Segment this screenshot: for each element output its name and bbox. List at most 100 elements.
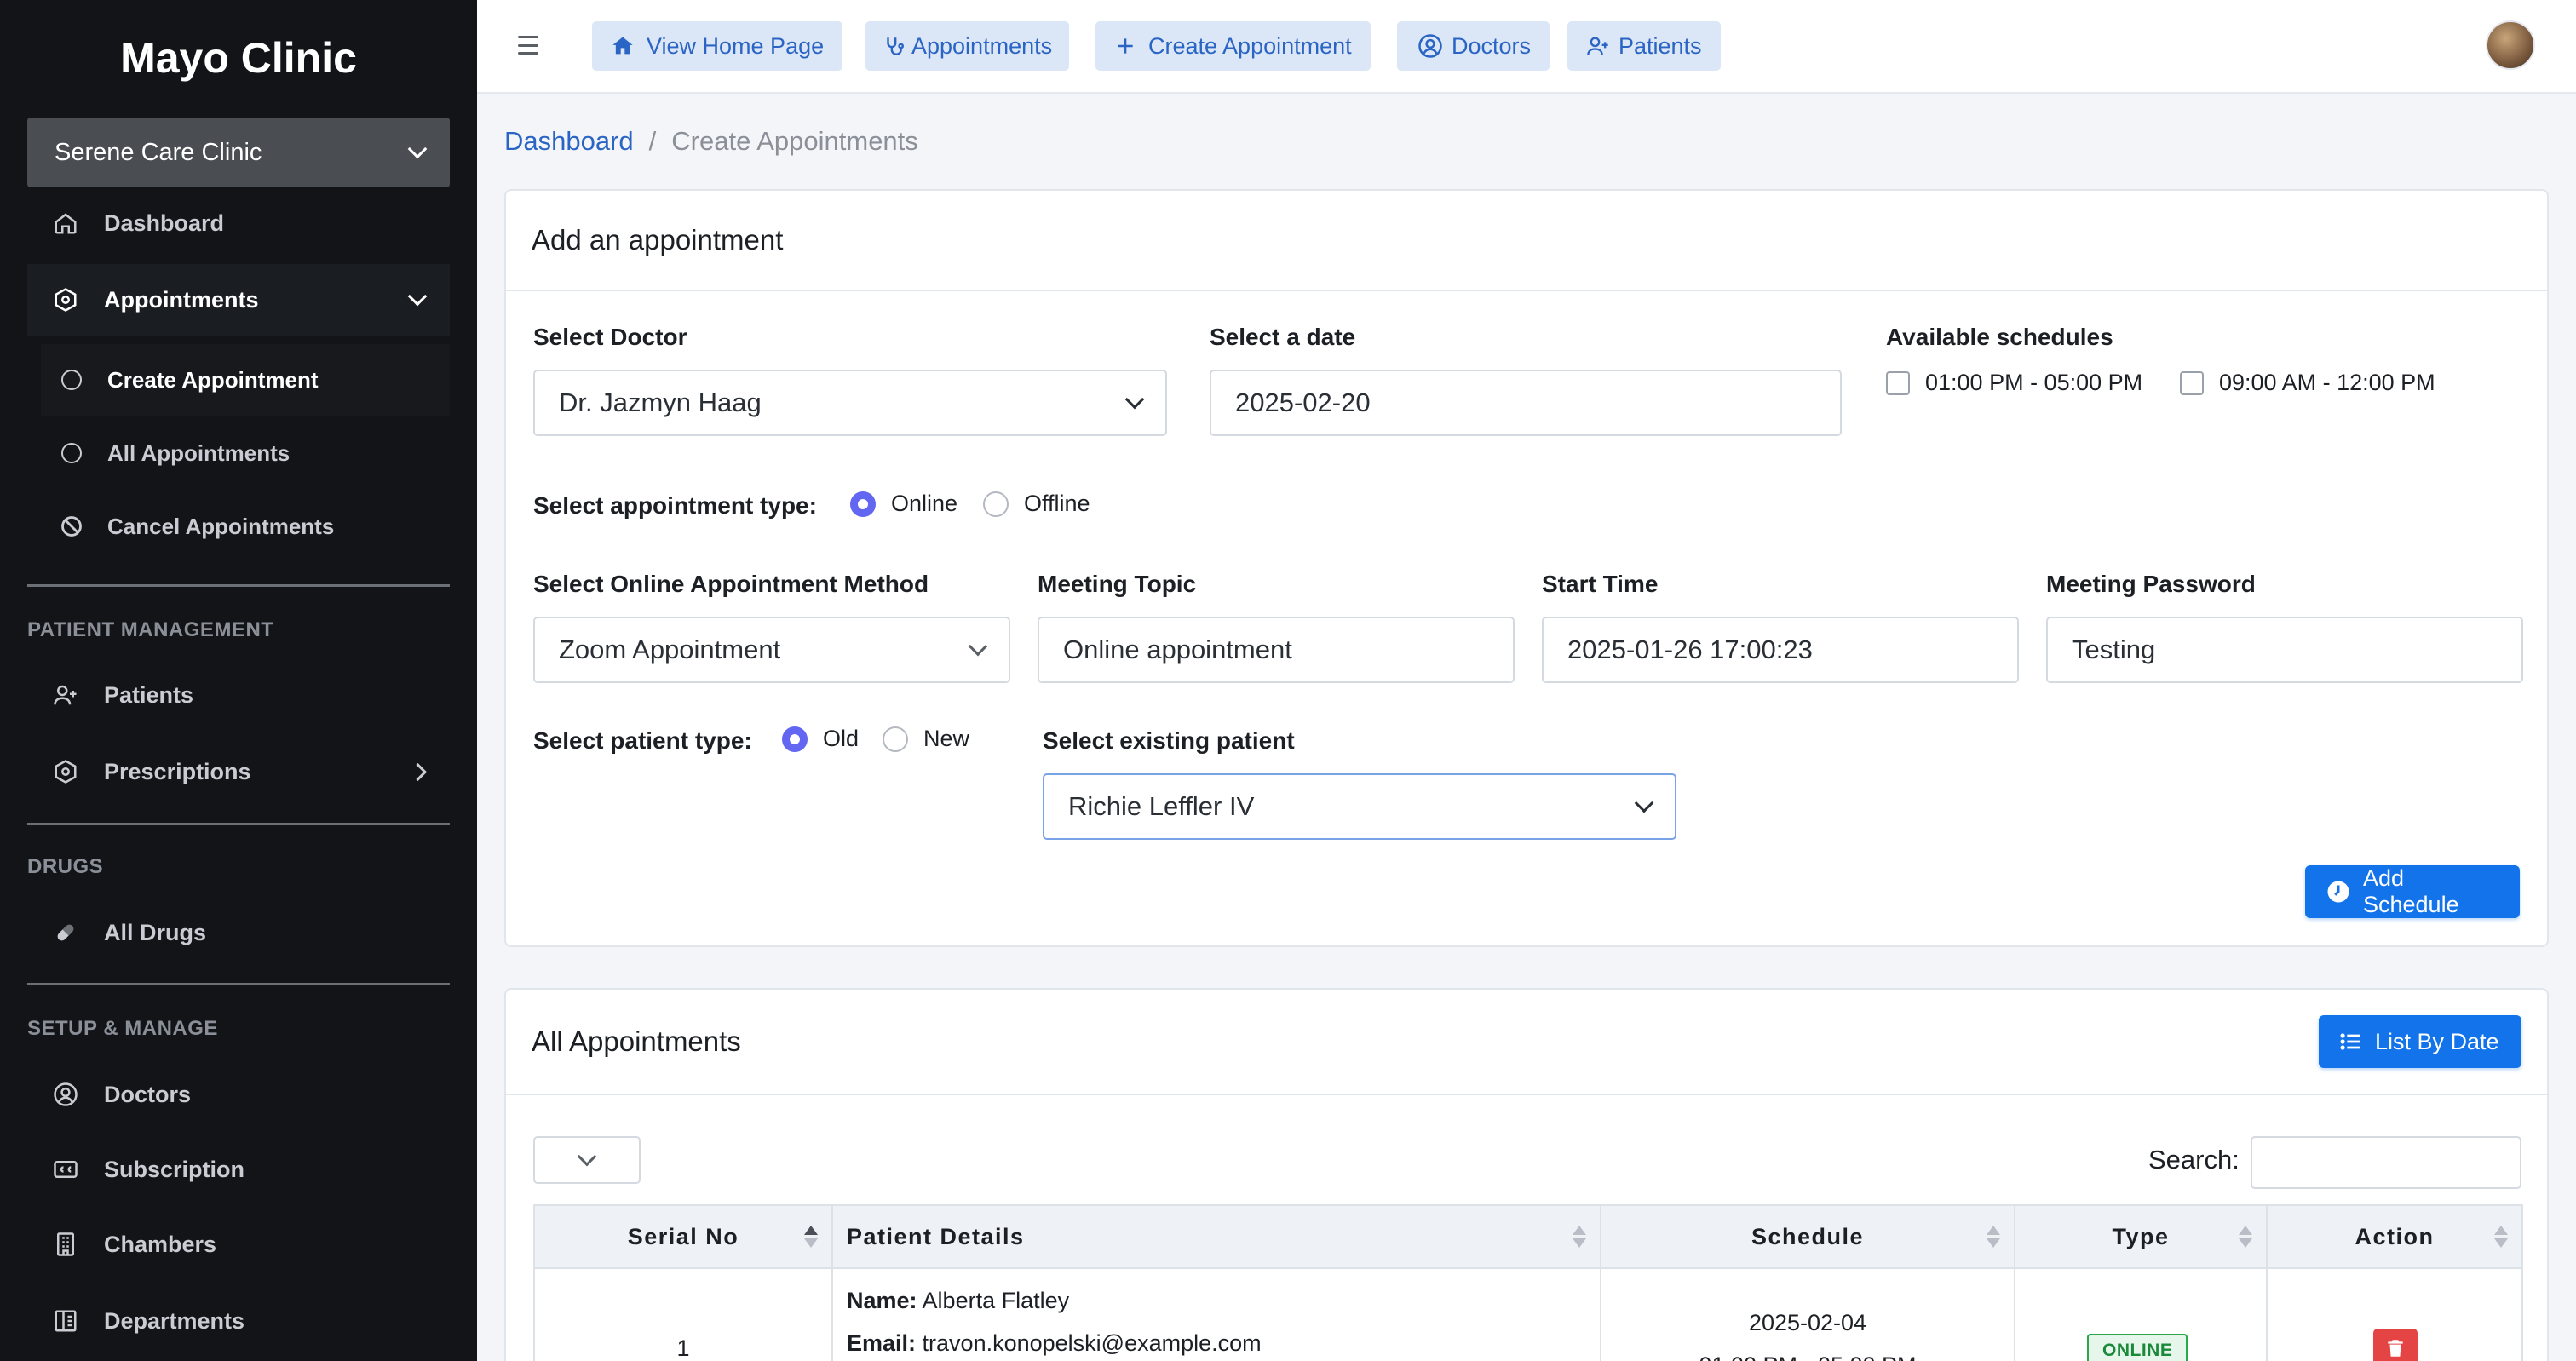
password-input[interactable]: Testing [2046, 617, 2523, 683]
doctor-select[interactable]: Dr. Jazmyn Haag [533, 370, 1167, 436]
sidebar-item-departments[interactable]: Departments [27, 1285, 450, 1357]
cc-icon [51, 1155, 80, 1184]
sidebar-divider [27, 584, 450, 587]
chevron-down-icon [407, 286, 428, 307]
button-label: Create Appointment [1148, 32, 1352, 59]
search-input[interactable] [2251, 1136, 2521, 1189]
column-header-action[interactable]: Action [2268, 1206, 2521, 1267]
method-select[interactable]: Zoom Appointment [533, 617, 1010, 683]
home-icon [51, 209, 80, 238]
column-header-schedule[interactable]: Schedule [1601, 1206, 2015, 1267]
appointment-type-label: Select appointment type: [533, 492, 817, 519]
sidebar-subitem-all-appointments[interactable]: All Appointments [41, 417, 450, 489]
view-home-page-button[interactable]: View Home Page [592, 21, 843, 71]
sort-icon [2239, 1226, 2252, 1248]
doctor-select-value: Dr. Jazmyn Haag [559, 388, 762, 417]
patients-button[interactable]: Patients [1567, 21, 1721, 71]
column-header-type[interactable]: Type [2015, 1206, 2268, 1267]
schedule-label: 09:00 AM - 12:00 PM [2219, 370, 2435, 395]
section-title-setup: SETUP & MANAGE [27, 1017, 218, 1040]
add-schedule-button[interactable]: Add Schedule [2305, 865, 2520, 918]
clinic-select-value: Serene Care Clinic [55, 138, 262, 166]
entries-per-page-select[interactable] [533, 1136, 641, 1184]
password-input-value: Testing [2072, 635, 2156, 664]
radio-unselected[interactable] [883, 726, 908, 752]
sidebar-item-doctors[interactable]: Doctors [27, 1059, 450, 1130]
breadcrumb: Dashboard / Create Appointments [504, 126, 918, 157]
clock-icon [2326, 879, 2351, 904]
search-label: Search: [2148, 1145, 2240, 1174]
sort-icon [2494, 1226, 2508, 1248]
start-time-label: Start Time [1542, 571, 1659, 597]
radio-label: Online [891, 491, 958, 516]
status-badge: ONLINE [2087, 1334, 2188, 1361]
radio-selected[interactable] [850, 491, 876, 517]
table-row: 1 Name: Alberta Flatley Email: travon.ko… [533, 1269, 2523, 1361]
cell-schedule: 2025-02-04 01:00 PM - 05:00 PM [1601, 1269, 2015, 1361]
column-header-serial[interactable]: Serial No [535, 1206, 833, 1267]
start-time-value: 2025-01-26 17:00:23 [1567, 635, 1813, 664]
sidebar-subitem-label: Cancel Appointments [107, 513, 335, 539]
start-time-input[interactable]: 2025-01-26 17:00:23 [1542, 617, 2019, 683]
card-header: All Appointments [506, 990, 2547, 1095]
doctors-button[interactable]: Doctors [1397, 21, 1550, 71]
sidebar-item-label: Dashboard [104, 210, 225, 236]
schedule-option-1[interactable]: 01:00 PM - 05:00 PM [1886, 370, 2142, 396]
sidebar-item-label: Appointments [104, 286, 259, 313]
schedule-option-2[interactable]: 09:00 AM - 12:00 PM [2180, 370, 2435, 396]
name-label: Name: [847, 1288, 917, 1313]
card-title: Add an appointment [532, 224, 784, 256]
date-input[interactable]: 2025-02-20 [1210, 370, 1842, 436]
sidebar-subitem-cancel-appointments[interactable]: Cancel Appointments [41, 491, 450, 562]
radio-selected[interactable] [782, 726, 808, 752]
topic-input-value: Online appointment [1063, 635, 1292, 664]
button-label: Add Schedule [2363, 865, 2459, 917]
topic-input[interactable]: Online appointment [1038, 617, 1515, 683]
patient-new-radio[interactable]: New [883, 726, 969, 752]
create-appointment-button[interactable]: Create Appointment [1095, 21, 1371, 71]
list-by-date-button[interactable]: List By Date [2319, 1015, 2521, 1068]
email-label: Email: [847, 1330, 917, 1356]
sort-icon [1573, 1226, 1586, 1248]
circle-icon [61, 370, 82, 390]
patient-old-radio[interactable]: Old [782, 726, 859, 752]
appointments-button[interactable]: Appointments [865, 21, 1070, 71]
schedules-label: Available schedules [1886, 324, 2113, 350]
breadcrumb-dashboard-link[interactable]: Dashboard [504, 126, 634, 157]
sidebar-item-all-drugs[interactable]: All Drugs [27, 897, 450, 968]
sidebar-item-dashboard[interactable]: Dashboard [27, 187, 450, 259]
schedule-checkbox[interactable] [1886, 370, 1910, 395]
button-label: Patients [1619, 32, 1702, 59]
schedule-checkbox[interactable] [2180, 370, 2204, 395]
stethoscope-icon [883, 35, 905, 57]
button-label: View Home Page [647, 32, 825, 59]
schedule-label: 01:00 PM - 05:00 PM [1925, 370, 2143, 395]
column-label: Patient Details [847, 1223, 1025, 1249]
avatar[interactable] [2486, 20, 2535, 70]
clinic-select[interactable]: Serene Care Clinic [27, 118, 450, 187]
sidebar-item-chambers[interactable]: Chambers [27, 1209, 450, 1280]
sort-icon [804, 1226, 818, 1248]
date-input-value: 2025-02-20 [1235, 388, 1371, 417]
radio-unselected[interactable] [983, 491, 1009, 517]
sidebar-item-patients[interactable]: Patients [27, 659, 450, 731]
cell-serial: 1 [535, 1269, 833, 1361]
sidebar-item-subscription[interactable]: Subscription [27, 1134, 450, 1205]
delete-button[interactable] [2373, 1329, 2418, 1361]
date-label: Select a date [1210, 324, 1356, 350]
sidebar-subitem-create-appointment[interactable]: Create Appointment [41, 344, 450, 416]
sidebar-item-prescriptions[interactable]: Prescriptions [27, 736, 450, 807]
sidebar-item-label: Doctors [104, 1081, 192, 1107]
hamburger-menu-icon[interactable] [518, 36, 538, 55]
cell-type: ONLINE [2015, 1269, 2268, 1361]
ban-icon [60, 514, 83, 538]
user-circle-icon [1417, 33, 1443, 59]
existing-patient-select[interactable]: Richie Leffler IV [1043, 773, 1676, 840]
sidebar-item-appointments[interactable]: Appointments [27, 264, 450, 336]
type-online-radio[interactable]: Online [850, 491, 957, 517]
method-label: Select Online Appointment Method [533, 571, 929, 597]
sidebar-subitem-label: All Appointments [107, 439, 290, 466]
column-header-patient[interactable]: Patient Details [833, 1206, 1601, 1267]
sidebar-item-label: Prescriptions [104, 758, 251, 784]
type-offline-radio[interactable]: Offline [983, 491, 1090, 517]
